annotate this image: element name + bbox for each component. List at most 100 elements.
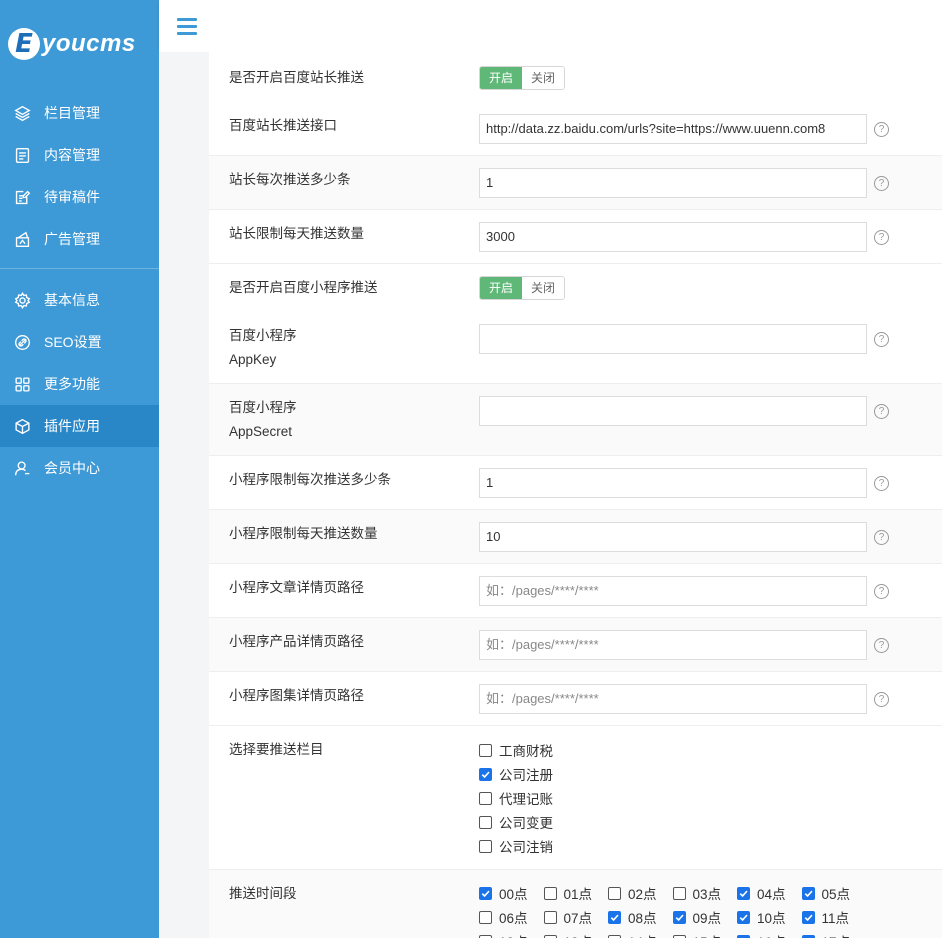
checkbox-unchecked[interactable] — [479, 934, 492, 938]
baidu-api-input[interactable]: http://data.zz.baidu.com/urls?site=https… — [479, 114, 867, 144]
field-label: 站长每次推送多少条 — [229, 172, 351, 187]
checkbox-unchecked[interactable] — [543, 934, 557, 938]
checkbox-checked[interactable] — [801, 910, 815, 924]
checkbox-unchecked[interactable] — [479, 791, 492, 805]
mini-per-push-input[interactable]: 1 — [479, 468, 867, 498]
nav-group-system: 基本信息 SEO设置 更多功能 插件应用 会员中心 — [0, 275, 159, 489]
mini-push-switch[interactable]: 开启 关闭 — [479, 276, 565, 300]
daily-limit-input[interactable]: 3000 — [479, 222, 867, 252]
checkbox-unchecked[interactable] — [543, 910, 557, 924]
checkbox-option[interactable]: 06点 — [479, 905, 544, 929]
per-push-input[interactable]: 1 — [479, 168, 867, 198]
field-label: 站长限制每天推送数量 — [229, 226, 364, 241]
help-icon[interactable]: ? — [874, 476, 889, 491]
checkbox-option[interactable]: 10点 — [737, 905, 802, 929]
checkbox-option[interactable]: 13点 — [543, 929, 609, 938]
sidebar-item-seo[interactable]: SEO设置 — [0, 321, 159, 363]
checkbox-option[interactable]: 16点 — [737, 929, 802, 938]
product-path-input[interactable]: 如：/pages/****/**** — [479, 630, 867, 660]
checkbox-unchecked[interactable] — [608, 886, 621, 900]
mini-daily-limit-input[interactable]: 10 — [479, 522, 867, 552]
switch-off-option[interactable]: 关闭 — [522, 67, 564, 89]
sidebar-item-plugins[interactable]: 插件应用 — [0, 405, 159, 447]
checkbox-option[interactable]: 05点 — [801, 881, 867, 905]
sidebar-item-basic-info[interactable]: 基本信息 — [0, 279, 159, 321]
help-icon[interactable]: ? — [874, 230, 889, 245]
form-row-per-push: 站长每次推送多少条 1 ? — [209, 156, 942, 210]
help-icon[interactable]: ? — [874, 176, 889, 191]
checkbox-option[interactable]: 08点 — [608, 905, 673, 929]
checkbox-option[interactable]: 09点 — [672, 905, 738, 929]
help-icon[interactable]: ? — [874, 332, 889, 347]
album-path-input[interactable]: 如：/pages/****/**** — [479, 684, 867, 714]
checkbox-checked[interactable] — [672, 910, 686, 924]
checkbox-option[interactable]: 公司注册 — [479, 762, 553, 786]
checkbox-option[interactable]: 11点 — [801, 905, 867, 929]
sidebar-item-more[interactable]: 更多功能 — [0, 363, 159, 405]
checkbox-checked[interactable] — [801, 886, 815, 900]
checkbox-option[interactable]: 01点 — [543, 881, 609, 905]
help-icon[interactable]: ? — [874, 584, 889, 599]
checkbox-option[interactable]: 代理记账 — [479, 786, 553, 810]
checkbox-unchecked[interactable] — [672, 886, 686, 900]
checkbox-option[interactable]: 03点 — [672, 881, 738, 905]
help-icon[interactable]: ? — [874, 530, 889, 545]
switch-off-option[interactable]: 关闭 — [522, 277, 564, 299]
checkbox-option[interactable]: 04点 — [737, 881, 802, 905]
checkbox-checked[interactable] — [608, 910, 621, 924]
appkey-input[interactable] — [479, 324, 867, 354]
help-icon[interactable]: ? — [874, 638, 889, 653]
checkbox-label: 公司注销 — [499, 840, 553, 855]
sidebar-item-label: 更多功能 — [44, 376, 100, 392]
switch-on-option[interactable]: 开启 — [480, 277, 522, 299]
checkbox-unchecked[interactable] — [479, 910, 492, 924]
checkbox-option[interactable]: 17点 — [801, 929, 867, 938]
checkbox-option[interactable]: 07点 — [543, 905, 609, 929]
checkbox-option[interactable]: 12点 — [479, 929, 544, 938]
checkbox-unchecked[interactable] — [608, 934, 621, 938]
checkbox-label: 14点 — [628, 931, 657, 938]
sidebar-item-content[interactable]: 内容管理 — [0, 134, 159, 176]
menu-toggle-icon[interactable] — [177, 18, 197, 36]
checkbox-checked[interactable] — [801, 934, 815, 938]
checkbox-option[interactable]: 02点 — [608, 881, 673, 905]
checkbox-checked[interactable] — [737, 886, 750, 900]
top-bar — [159, 0, 942, 52]
help-icon[interactable]: ? — [874, 404, 889, 419]
sidebar-item-members[interactable]: 会员中心 — [0, 447, 159, 489]
checkbox-checked[interactable] — [737, 934, 750, 938]
checkbox-option[interactable]: 工商财税 — [479, 738, 553, 762]
baidu-push-switch[interactable]: 开启 关闭 — [479, 66, 565, 90]
edit-document-icon — [14, 189, 31, 206]
checkbox-option[interactable]: 15点 — [672, 929, 738, 938]
checkbox-option[interactable]: 公司注销 — [479, 834, 553, 858]
user-icon — [14, 460, 31, 477]
sidebar-item-ads[interactable]: 广告管理 — [0, 218, 159, 260]
checkbox-checked[interactable] — [479, 767, 492, 781]
checkbox-unchecked[interactable] — [479, 815, 492, 829]
checkbox-label: 01点 — [563, 887, 593, 902]
sidebar-item-columns[interactable]: 栏目管理 — [0, 92, 159, 134]
logo[interactable]: E youcms — [0, 0, 159, 88]
sidebar-item-pending[interactable]: 待审稿件 — [0, 176, 159, 218]
checkbox-option[interactable]: 14点 — [608, 929, 673, 938]
checkbox-checked[interactable] — [737, 910, 750, 924]
checkbox-unchecked[interactable] — [543, 886, 557, 900]
checkbox-option[interactable]: 公司变更 — [479, 810, 553, 834]
checkbox-checked[interactable] — [479, 886, 492, 900]
checkbox-unchecked[interactable] — [479, 839, 492, 853]
help-icon[interactable]: ? — [874, 122, 889, 137]
checkbox-label: 04点 — [757, 887, 786, 902]
help-icon[interactable]: ? — [874, 692, 889, 707]
checkbox-label: 13点 — [564, 931, 593, 938]
checkbox-label: 07点 — [563, 911, 593, 926]
checkbox-option[interactable]: 00点 — [479, 881, 544, 905]
checkbox-unchecked[interactable] — [672, 934, 686, 938]
checkbox-label: 15点 — [693, 931, 722, 938]
form-row-article-path: 小程序文章详情页路径 如：/pages/****/**** ? — [209, 564, 942, 618]
checkbox-unchecked[interactable] — [479, 743, 492, 757]
switch-on-option[interactable]: 开启 — [480, 67, 522, 89]
checkbox-label: 00点 — [499, 887, 528, 902]
article-path-input[interactable]: 如：/pages/****/**** — [479, 576, 867, 606]
appsecret-input[interactable] — [479, 396, 867, 426]
